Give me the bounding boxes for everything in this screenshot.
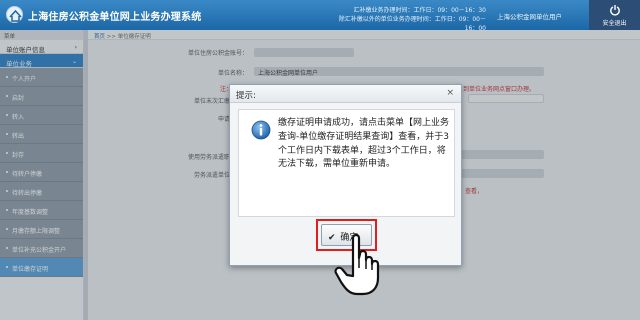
info-icon bbox=[251, 120, 271, 140]
power-icon bbox=[609, 5, 620, 16]
top-header: 上海住房公积金单位网上业务办理系统 汇补缴业务办理时间：工作日：09：00－16… bbox=[0, 0, 640, 33]
dialog-message: 缴存证明申请成功，请点击菜单【网上业务查询-单位缴存证明结果查询】查看，并于3个… bbox=[278, 118, 450, 170]
user-name: 上海公积金网单位用户 bbox=[497, 13, 562, 21]
logout-button[interactable]: 安全退出 bbox=[589, 0, 640, 30]
close-icon[interactable]: × bbox=[446, 88, 454, 98]
logout-label: 安全退出 bbox=[602, 20, 627, 27]
dialog-titlebar: 提示: × bbox=[230, 85, 461, 103]
app-title: 上海住房公积金单位网上业务办理系统 bbox=[28, 12, 202, 23]
logo-icon bbox=[6, 6, 23, 23]
hours-line-1: 汇补缴业务办理时间：工作日：09：00－16：30 bbox=[353, 7, 486, 14]
dialog-body: 缴存证明申请成功，请点击菜单【网上业务查询-单位缴存证明结果查询】查看，并于3个… bbox=[238, 109, 455, 217]
hand-pointer-icon bbox=[334, 233, 380, 296]
dialog-title: 提示: bbox=[236, 91, 256, 101]
business-hours: 汇补缴业务办理时间：工作日：09：00－16：30 除汇补缴以外的单位业务办理时… bbox=[326, 6, 486, 33]
